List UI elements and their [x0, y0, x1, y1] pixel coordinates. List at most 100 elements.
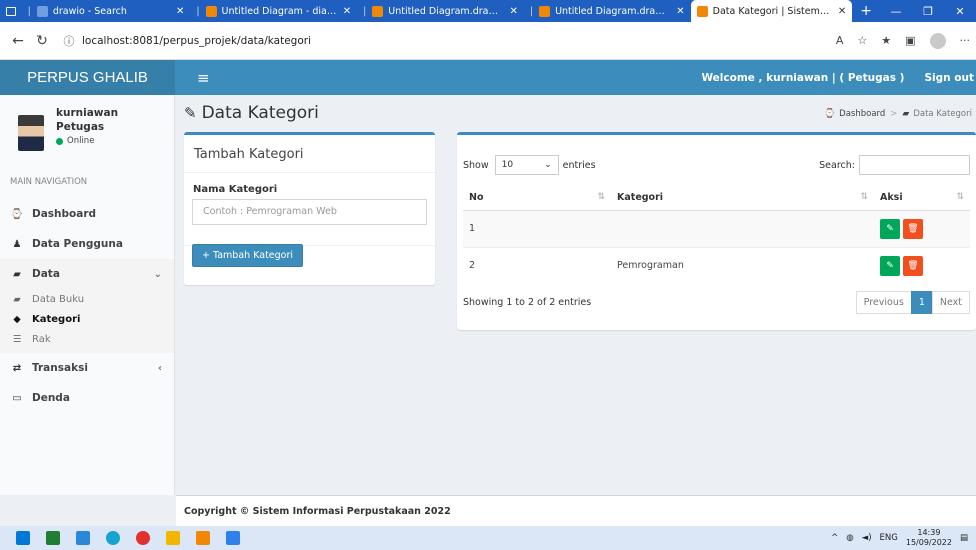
table-header-row: No ⇅ Kategori ⇅ Aksi ⇅: [463, 185, 970, 211]
breadcrumb: ⌚ Dashboard > ▰ Data Kategori: [823, 109, 972, 119]
minimize-icon[interactable]: —: [880, 5, 912, 18]
app-logo[interactable]: PERPUS GHALIB: [0, 60, 175, 95]
show-label: Show: [463, 159, 489, 171]
category-name-input[interactable]: Contoh : Pemrograman Web: [192, 199, 427, 225]
sidebar-toggle-icon[interactable]: ≡: [197, 69, 210, 87]
sidebar-subitem-rak[interactable]: ☰ Rak: [0, 329, 174, 349]
sidebar-item-label: Denda: [32, 392, 70, 404]
tab-diagram-1[interactable]: | Untitled Diagram - diagrams. ✕: [190, 0, 357, 22]
close-icon[interactable]: ✕: [343, 6, 351, 17]
box-title: Tambah Kategori: [184, 135, 435, 173]
previous-button[interactable]: Previous: [855, 291, 912, 314]
browser-tools: A ☆ ★ ▣ ···: [836, 32, 971, 49]
info-icon[interactable]: ⓘ: [60, 33, 78, 49]
new-tab-icon[interactable]: +: [852, 3, 880, 19]
close-icon[interactable]: ✕: [176, 6, 184, 17]
edge-icon[interactable]: [106, 531, 120, 545]
sidebar-subitem-data-buku[interactable]: ▰ Data Buku: [0, 289, 174, 309]
collections-icon[interactable]: ▣: [905, 34, 915, 47]
app-icon[interactable]: [166, 531, 180, 545]
sidebar-item-denda[interactable]: ▭ Denda: [0, 383, 174, 413]
user-name: kurniawan: [56, 107, 119, 119]
language-indicator[interactable]: ENG: [880, 533, 898, 543]
read-aloud-icon[interactable]: A: [836, 34, 844, 47]
more-icon[interactable]: ···: [960, 34, 971, 47]
system-tray: ^ ◍ ◄) ENG 14:39 15/09/2022 ▤: [831, 528, 968, 548]
pagination: Previous 1 Next: [855, 291, 970, 314]
category-table: No ⇅ Kategori ⇅ Aksi ⇅ 1 ✎ 🗑 2 Pemrograman: [463, 185, 970, 284]
window-menu-icon[interactable]: [0, 0, 22, 22]
cell-aksi: ✎ 🗑: [874, 209, 970, 247]
page-title: ✎ Data Kategori: [184, 103, 319, 123]
delete-button[interactable]: 🗑: [903, 218, 923, 239]
chevron-down-icon: ⌄: [153, 268, 162, 280]
dashboard-icon: ⌚: [10, 208, 24, 220]
chevron-up-icon[interactable]: ^: [831, 533, 838, 543]
chevron-down-icon: ⌄: [544, 160, 552, 170]
sidebar-subitem-label: Rak: [32, 333, 51, 345]
add-category-button[interactable]: + Tambah Kategori: [192, 244, 304, 267]
close-window-icon[interactable]: ✕: [944, 5, 976, 18]
profile-icon[interactable]: [929, 32, 946, 49]
book-icon: ▰: [13, 293, 21, 305]
sidebar-item-data-pengguna[interactable]: ♟ Data Pengguna: [0, 229, 174, 259]
start-icon[interactable]: [16, 531, 30, 545]
sidebar-item-transaksi[interactable]: ⇄ Transaksi ‹: [0, 353, 174, 383]
volume-icon[interactable]: ◄): [862, 533, 872, 543]
drawio-icon: [372, 5, 384, 17]
entries-label: entries: [562, 159, 596, 171]
sidebar-subitem-label: Data Buku: [32, 293, 85, 305]
notification-icon[interactable]: ▤: [960, 533, 968, 543]
app-icon[interactable]: [46, 531, 60, 545]
tab-data-kategori[interactable]: Data Kategori | Sistem Inform ✕: [690, 0, 853, 22]
breadcrumb-dashboard[interactable]: Dashboard: [839, 109, 885, 119]
search-input[interactable]: [859, 155, 970, 175]
favorites-icon[interactable]: ★: [881, 34, 891, 47]
browser-tab-strip: | drawio - Search ✕ | Untitled Diagram -…: [0, 0, 976, 22]
sidebar-item-dashboard[interactable]: ⌚ Dashboard: [0, 199, 174, 229]
edit-button[interactable]: ✎: [880, 255, 900, 276]
column-header-aksi[interactable]: Aksi ⇅: [874, 185, 970, 211]
sidebar-item-label: Transaksi: [32, 362, 88, 374]
app-icon[interactable]: [226, 531, 240, 545]
book-icon: ▰: [13, 268, 21, 280]
drawio-icon[interactable]: [196, 531, 210, 545]
opera-icon[interactable]: [136, 531, 150, 545]
refresh-icon[interactable]: ↻: [30, 33, 54, 49]
delete-button[interactable]: 🗑: [903, 255, 923, 276]
next-button[interactable]: Next: [931, 291, 970, 314]
welcome-text[interactable]: Welcome , kurniawan | ( Petugas ): [701, 72, 904, 84]
tab-diagram-2[interactable]: | Untitled Diagram.drawio - dr ✕: [357, 0, 524, 22]
category-table-box: Show 10 ⌄ entries Search: No ⇅ Kategori ⇅ …: [457, 132, 976, 330]
page-1-button[interactable]: 1: [910, 291, 933, 314]
network-icon[interactable]: ◍: [846, 533, 853, 543]
edit-button[interactable]: ✎: [880, 218, 900, 239]
sidebar-item-data[interactable]: ▰ Data ⌄: [0, 259, 174, 289]
table-search: Search:: [819, 155, 970, 175]
entries-value: 10: [501, 160, 514, 170]
close-icon[interactable]: ✕: [509, 6, 517, 17]
plus-icon: +: [202, 250, 210, 261]
column-header-no[interactable]: No ⇅: [463, 185, 611, 211]
address-bar: ← ↻ ⓘ localhost:8081/perpus_projek/data/…: [0, 22, 976, 60]
favorite-add-icon[interactable]: ☆: [857, 34, 867, 47]
cell-aksi: ✎ 🗑: [874, 246, 970, 284]
column-header-kategori[interactable]: Kategori ⇅: [611, 185, 874, 211]
file-explorer-icon[interactable]: [76, 531, 90, 545]
back-icon[interactable]: ←: [6, 33, 30, 49]
app-icon: [696, 5, 708, 17]
tab-diagram-3[interactable]: | Untitled Diagram.drawio - dr ✕: [524, 0, 691, 22]
tab-drawio-search[interactable]: | drawio - Search ✕: [22, 0, 191, 22]
restore-icon[interactable]: ❐: [912, 5, 944, 18]
close-icon[interactable]: ✕: [838, 6, 846, 17]
entries-select[interactable]: 10 ⌄: [494, 155, 559, 175]
book-icon: ▰: [902, 109, 910, 119]
url-field[interactable]: localhost:8081/perpus_projek/data/katego…: [82, 35, 311, 47]
sidebar-subitem-kategori[interactable]: ◆ Kategori: [0, 309, 174, 329]
close-icon[interactable]: ✕: [676, 6, 684, 17]
clock[interactable]: 14:39 15/09/2022: [906, 528, 952, 548]
signout-link[interactable]: Sign out: [924, 72, 974, 84]
taskbar: ^ ◍ ◄) ENG 14:39 15/09/2022 ▤: [0, 526, 976, 550]
dashboard-icon: ⌚: [823, 109, 836, 119]
list-icon: ☰: [12, 333, 22, 345]
